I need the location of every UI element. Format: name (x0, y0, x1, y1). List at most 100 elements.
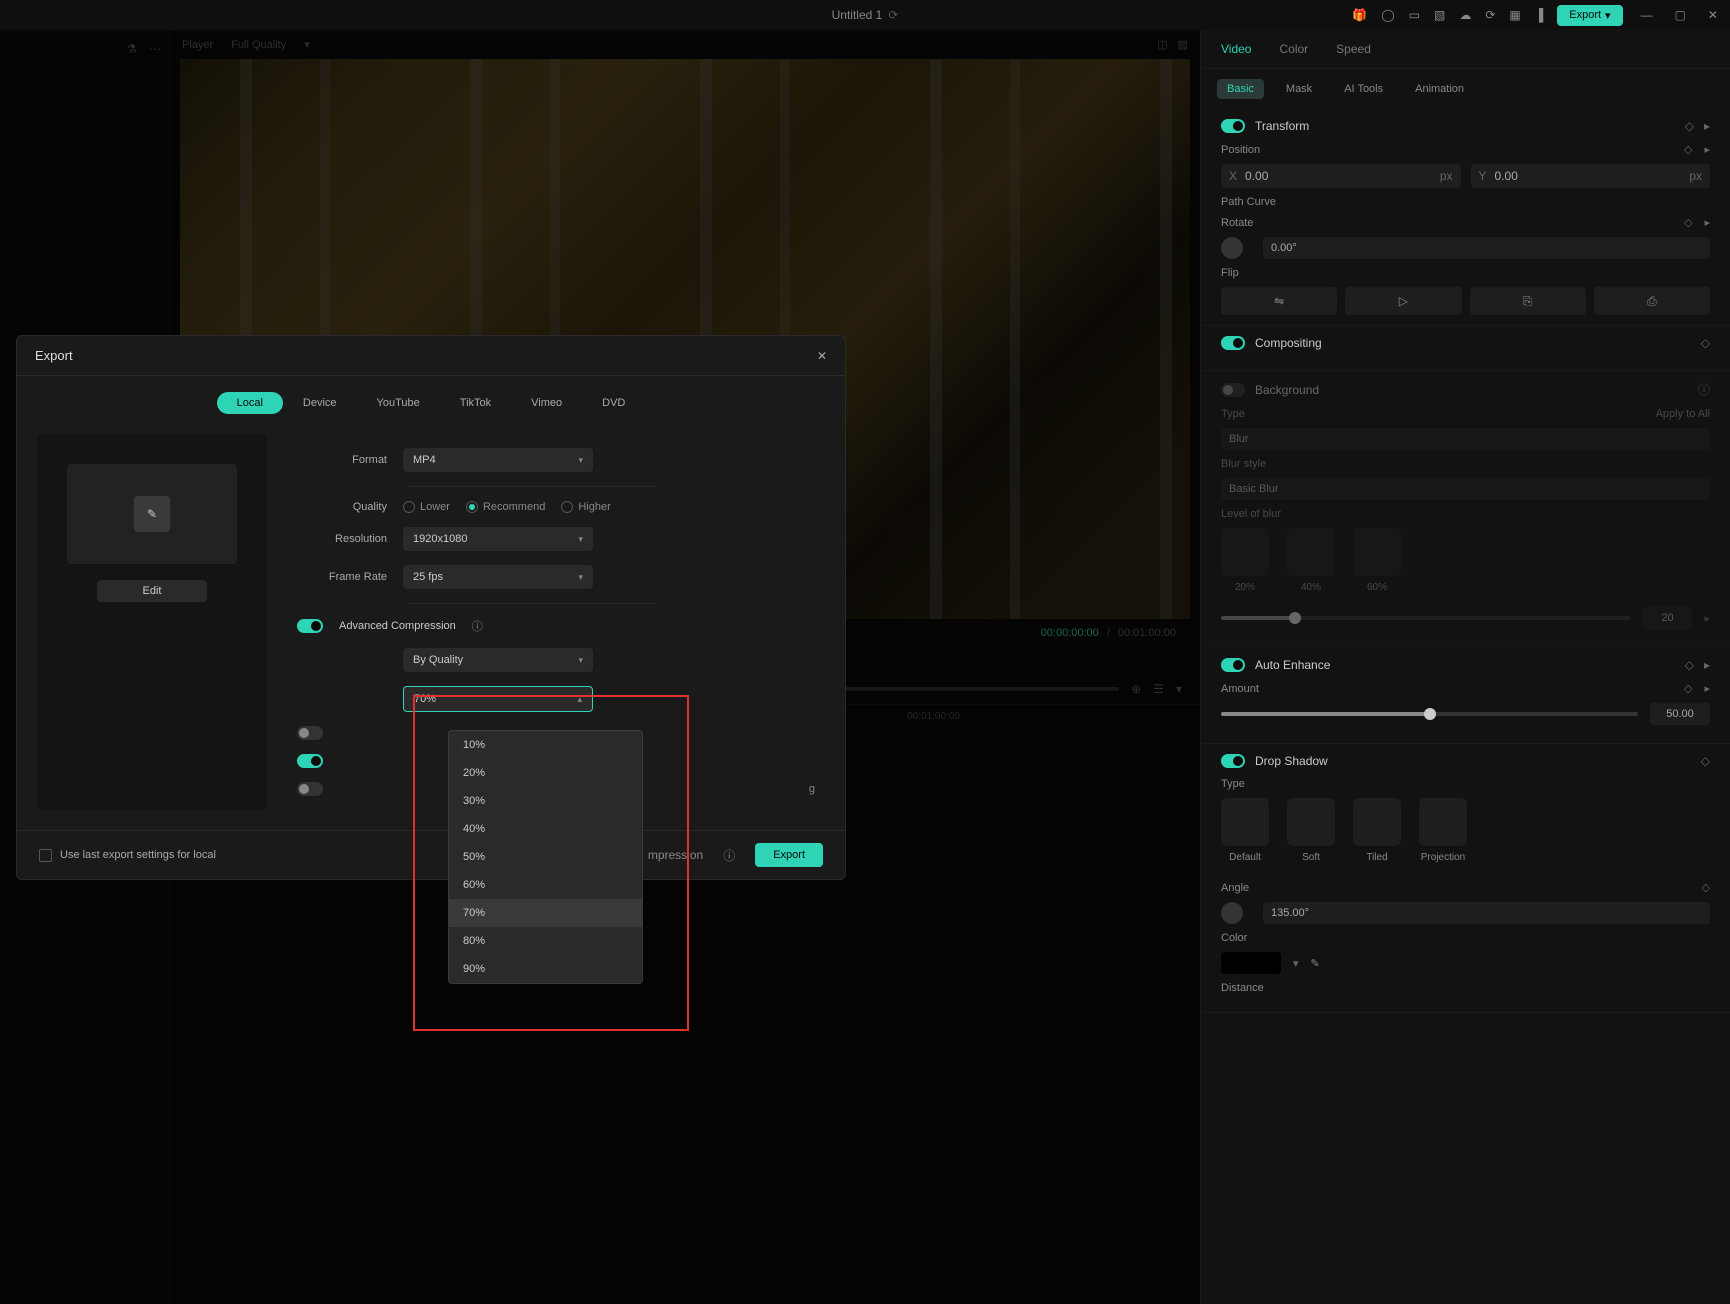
option-70[interactable]: 70% (449, 899, 642, 927)
chevron-right-icon[interactable]: ▸ (1704, 119, 1710, 133)
tab-dvd[interactable]: DVD (582, 392, 645, 414)
export-confirm-button[interactable]: Export (755, 843, 823, 867)
keyframe-icon[interactable]: ◇ (1701, 336, 1710, 350)
edit-thumbnail-button[interactable]: Edit (97, 580, 207, 602)
cloud-icon[interactable]: ⟳ (888, 8, 898, 22)
flip-extra-button[interactable]: ⎙ (1594, 287, 1710, 315)
subtab-animation[interactable]: Animation (1405, 79, 1474, 99)
help-icon[interactable]: ⓘ (472, 618, 483, 634)
keyframe-icon[interactable]: ◇ (1685, 119, 1694, 133)
chevron-right-icon[interactable]: ▸ (1704, 682, 1710, 695)
use-last-settings-checkbox[interactable]: Use last export settings for local (39, 849, 216, 862)
eyedropper-icon[interactable]: ✎ (1311, 957, 1320, 970)
chevron-right-icon[interactable]: ▸ (1704, 658, 1710, 672)
auto-enhance-toggle[interactable] (1221, 658, 1245, 672)
flip-horizontal-button[interactable]: ⇋ (1221, 287, 1337, 315)
flip-copy-button[interactable]: ⎘ (1470, 287, 1586, 315)
option-30[interactable]: 30% (449, 787, 642, 815)
tab-youtube[interactable]: YouTube (357, 392, 440, 414)
quality-label[interactable]: Full Quality (231, 39, 286, 51)
refresh-icon[interactable]: ⟳ (1485, 8, 1495, 22)
chevron-down-icon[interactable]: ▾ (1293, 957, 1299, 970)
shadow-type-projection[interactable] (1419, 798, 1467, 846)
keyframe-icon[interactable]: ◇ (1685, 658, 1694, 672)
tab-local[interactable]: Local (217, 392, 283, 414)
position-x-field[interactable]: X0.00px (1221, 164, 1461, 188)
angle-knob[interactable] (1221, 902, 1243, 924)
rotate-field[interactable]: 0.00° (1263, 237, 1710, 259)
minimize-button[interactable]: — (1637, 8, 1657, 22)
amount-value[interactable]: 50.00 (1650, 703, 1710, 725)
blur-style-select[interactable]: Basic Blur (1221, 478, 1710, 500)
transform-toggle[interactable] (1221, 119, 1245, 133)
close-button[interactable]: ✕ (1704, 8, 1722, 22)
shadow-type-soft[interactable] (1287, 798, 1335, 846)
layout-icon[interactable]: ☰ (1153, 682, 1164, 696)
quality-recommend-radio[interactable]: Recommend (466, 501, 545, 513)
subtab-aitools[interactable]: AI Tools (1334, 79, 1393, 99)
blur-level-2[interactable] (1287, 528, 1335, 576)
filter-icon[interactable]: ⚗ (126, 42, 137, 56)
snapshot-icon[interactable]: ▧ (1178, 38, 1188, 51)
framerate-select[interactable]: 25 fps▾ (403, 565, 593, 589)
close-icon[interactable]: ✕ (817, 349, 827, 363)
tab-video[interactable]: Video (1221, 42, 1251, 56)
blur-slider[interactable] (1221, 616, 1630, 620)
quality-percent-select[interactable]: 70%▴ (403, 686, 593, 712)
drop-shadow-toggle[interactable] (1221, 754, 1245, 768)
tab-vimeo[interactable]: Vimeo (511, 392, 582, 414)
flag-icon[interactable]: ▐ (1535, 8, 1544, 22)
blur-level-1[interactable] (1221, 528, 1269, 576)
maximize-button[interactable]: ▢ (1671, 8, 1690, 22)
angle-field[interactable]: 135.00° (1263, 902, 1710, 924)
keyframe-icon[interactable]: ◇ (1702, 881, 1710, 894)
amount-slider[interactable] (1221, 712, 1638, 716)
option-60[interactable]: 60% (449, 871, 642, 899)
tab-color[interactable]: Color (1279, 42, 1308, 56)
position-y-field[interactable]: Y0.00px (1471, 164, 1711, 188)
zoom-in-icon[interactable]: ⊕ (1131, 682, 1141, 696)
monitor-icon[interactable]: ▭ (1409, 8, 1420, 22)
grid-icon[interactable]: ▦ (1509, 8, 1520, 22)
tab-tiktok[interactable]: TikTok (440, 392, 511, 414)
flip-vertical-button[interactable]: ▷ (1345, 287, 1461, 315)
image-icon[interactable]: ▧ (1434, 8, 1445, 22)
chevron-right-icon[interactable]: ▸ (1704, 216, 1710, 229)
keyframe-icon[interactable]: ◇ (1701, 754, 1710, 768)
export-button[interactable]: Export ▾ (1557, 5, 1622, 26)
option-20[interactable]: 20% (449, 759, 642, 787)
option-80[interactable]: 80% (449, 927, 642, 955)
option-10[interactable]: 10% (449, 731, 642, 759)
cloud-upload-icon[interactable]: ☁ (1459, 8, 1471, 22)
chevron-down-icon[interactable]: ▾ (304, 38, 310, 51)
option-50[interactable]: 50% (449, 843, 642, 871)
shadow-type-tiled[interactable] (1353, 798, 1401, 846)
quality-lower-radio[interactable]: Lower (403, 501, 450, 513)
option-90[interactable]: 90% (449, 955, 642, 983)
chevron-right-icon[interactable]: ▸ (1704, 143, 1710, 156)
keyframe-icon[interactable]: ◇ (1684, 143, 1692, 156)
keyframe-icon[interactable]: ◇ (1684, 216, 1692, 229)
circle-icon[interactable]: ◯ (1381, 8, 1394, 22)
advanced-compression-toggle[interactable] (297, 619, 323, 633)
more-icon[interactable]: ⋯ (149, 42, 161, 56)
blur-level-3[interactable] (1353, 528, 1401, 576)
resolution-select[interactable]: 1920x1080▾ (403, 527, 593, 551)
shadow-type-default[interactable] (1221, 798, 1269, 846)
blur-value[interactable]: 20 (1642, 607, 1692, 629)
tab-device[interactable]: Device (283, 392, 357, 414)
color-swatch[interactable] (1221, 952, 1281, 974)
help-icon[interactable]: ⓘ (1698, 381, 1710, 398)
chevron-right-icon[interactable]: ▸ (1704, 612, 1710, 625)
keyframe-icon[interactable]: ◇ (1684, 682, 1692, 695)
quality-higher-radio[interactable]: Higher (561, 501, 610, 513)
compositing-toggle[interactable] (1221, 336, 1245, 350)
compression-mode-select[interactable]: By Quality▾ (403, 648, 593, 672)
gift-icon[interactable]: 🎁 (1352, 8, 1367, 22)
background-type-select[interactable]: Blur (1221, 428, 1710, 450)
rotate-knob[interactable] (1221, 237, 1243, 259)
row-toggle-2[interactable] (297, 754, 323, 768)
background-toggle[interactable] (1221, 383, 1245, 397)
row-toggle-3[interactable] (297, 782, 323, 796)
player-label[interactable]: Player (182, 39, 213, 51)
